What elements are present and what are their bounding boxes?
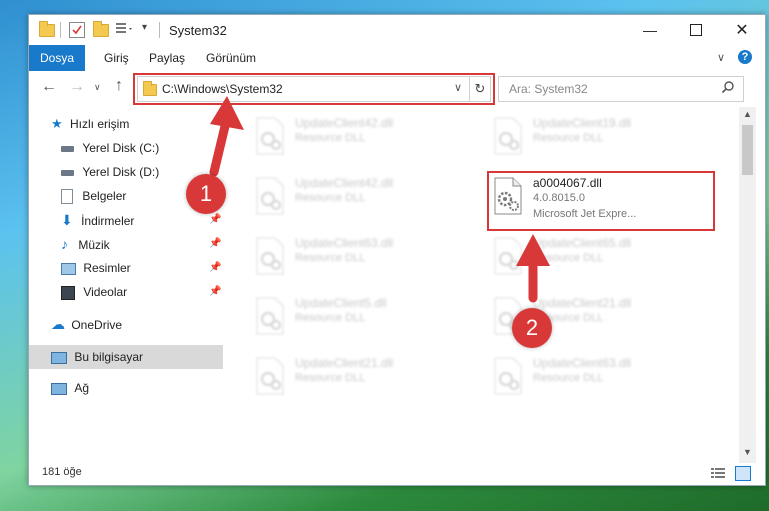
annotation-arrows xyxy=(209,96,550,303)
step-1-badge: 1 xyxy=(186,174,226,214)
step-2-badge: 2 xyxy=(512,308,552,348)
